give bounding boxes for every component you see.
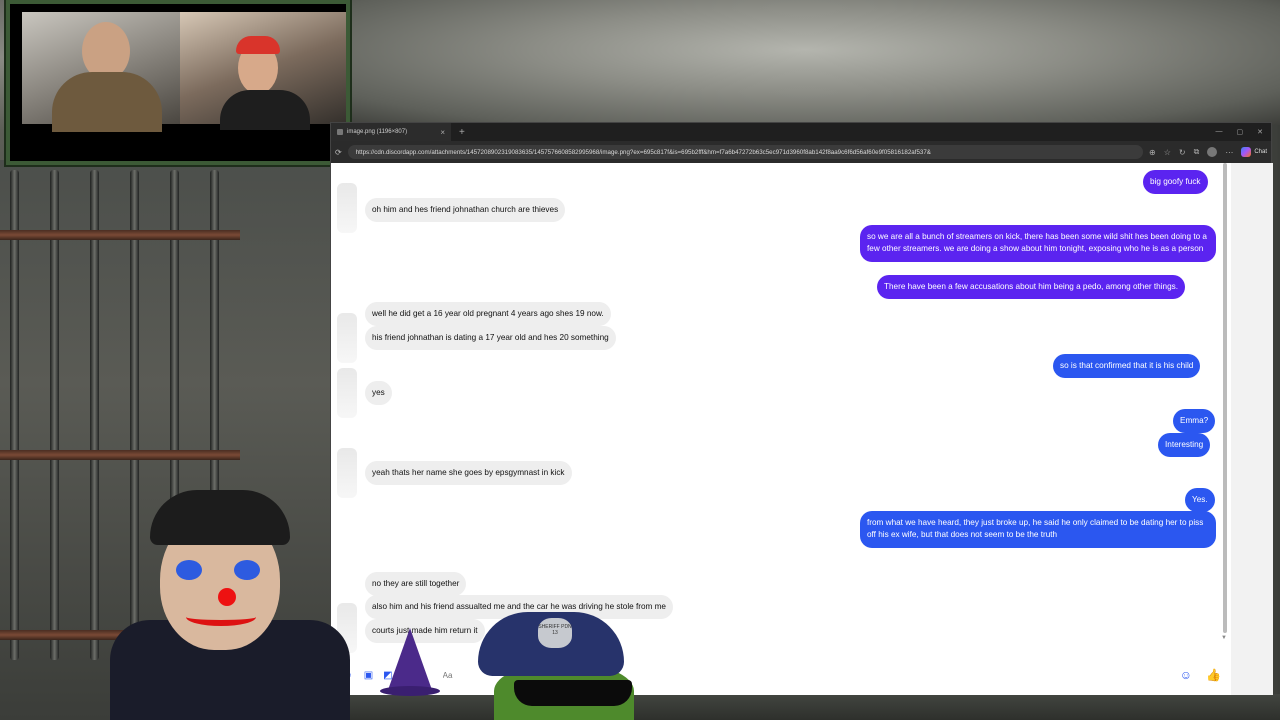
- tab-bar: image.png (1196×807) × + — ▢ ✕: [331, 123, 1271, 141]
- favorite-star-icon[interactable]: ☆: [1164, 148, 1171, 157]
- more-menu-icon[interactable]: ⋯: [1225, 148, 1233, 157]
- message-bubble-incoming: yes: [365, 381, 392, 405]
- scrollbar[interactable]: ▼: [1221, 163, 1231, 643]
- blurred-avatar: [337, 183, 357, 233]
- copilot-logo-icon: [1241, 147, 1252, 157]
- blurred-avatar: [337, 448, 357, 498]
- tab-title: image.png (1196×807): [347, 129, 408, 135]
- sheriff-badge: SHERIFF PDN 13: [538, 618, 572, 648]
- image-viewport: big goofy fuck oh him and hes friend joh…: [331, 163, 1231, 695]
- webcam-feed-right: [180, 12, 346, 130]
- sunglasses-icon: [514, 680, 632, 706]
- address-bar[interactable]: https://cdn.discordapp.com/attachments/1…: [347, 145, 1144, 159]
- window-controls: — ▢ ✕: [1216, 128, 1272, 136]
- streamer-webcam-cutout: [100, 480, 350, 720]
- message-bubble-incoming: oh him and hes friend johnathan church a…: [365, 198, 566, 222]
- profile-avatar[interactable]: [1207, 147, 1218, 157]
- minimize-icon[interactable]: —: [1216, 128, 1223, 136]
- thumbs-up-icon[interactable]: 👍: [1206, 668, 1221, 682]
- cop-pepe-sticker: SHERIFF PDN 13: [478, 612, 638, 720]
- tab-close-button[interactable]: ×: [440, 128, 445, 137]
- refresh-icon[interactable]: ⟳: [335, 148, 342, 157]
- webcam-frame: [6, 0, 350, 165]
- message-bubble-outgoing: from what we have heard, they just broke…: [860, 511, 1216, 548]
- message-bubble-outgoing: so is that confirmed that it is his chil…: [1053, 354, 1201, 378]
- page-margin: [1231, 163, 1273, 695]
- webcam-feed-left: [22, 12, 180, 132]
- blurred-avatar: [337, 368, 357, 418]
- message-bubble-outgoing: big goofy fuck: [1143, 170, 1208, 194]
- stream-overlay-bottom-edge: [330, 694, 1280, 720]
- copilot-chat-button[interactable]: Chat: [1241, 147, 1267, 157]
- browser-toolbar: ⊕ ☆ ↻ ⧉ ⋯ Chat: [1149, 147, 1267, 157]
- message-composer: 🎙 ▣ ◩ ☺ 👍: [331, 655, 1231, 695]
- image-icon[interactable]: ▣: [364, 670, 373, 681]
- browser-tab[interactable]: image.png (1196×807) ×: [331, 123, 451, 141]
- close-window-icon[interactable]: ✕: [1257, 128, 1263, 136]
- copilot-chat-label: Chat: [1254, 149, 1267, 155]
- browser-window: image.png (1196×807) × + — ▢ ✕ ⟳ https:/…: [330, 122, 1273, 695]
- zoom-icon[interactable]: ⊕: [1149, 148, 1156, 157]
- message-bubble-incoming: well he did get a 16 year old pregnant 4…: [365, 302, 611, 326]
- blurred-avatar: [337, 313, 357, 363]
- composer-actions: ☺ 👍: [1180, 668, 1221, 682]
- wizard-hat-sticker: [380, 628, 440, 698]
- message-bubble-outgoing: Emma?: [1173, 409, 1216, 433]
- emoji-icon[interactable]: ☺: [1180, 668, 1192, 682]
- stream-overlay-wall: [330, 0, 1280, 125]
- message-bubble-outgoing: Interesting: [1158, 433, 1211, 457]
- message-bubble-incoming: his friend johnathan is dating a 17 year…: [365, 326, 616, 350]
- message-bubble-incoming: no they are still together: [365, 572, 467, 596]
- address-bar-row: ⟳ https://cdn.discordapp.com/attachments…: [331, 141, 1271, 163]
- message-bubble-outgoing: Yes.: [1185, 488, 1215, 512]
- message-bubble-incoming: yeah thats her name she goes by epsgymna…: [365, 461, 572, 485]
- message-bubble-outgoing: There have been a few accusations about …: [877, 275, 1186, 299]
- refresh-page-icon[interactable]: ↻: [1179, 148, 1186, 157]
- extensions-icon[interactable]: ⧉: [1194, 147, 1200, 157]
- new-tab-button[interactable]: +: [459, 127, 465, 138]
- scrollbar-thumb[interactable]: [1223, 163, 1227, 633]
- message-bubble-outgoing: so we are all a bunch of streamers on ki…: [860, 225, 1216, 262]
- url-text: https://cdn.discordapp.com/attachments/1…: [355, 148, 931, 156]
- tab-favicon-icon: [337, 129, 343, 135]
- scroll-down-icon[interactable]: ▼: [1221, 635, 1227, 641]
- maximize-icon[interactable]: ▢: [1237, 128, 1244, 136]
